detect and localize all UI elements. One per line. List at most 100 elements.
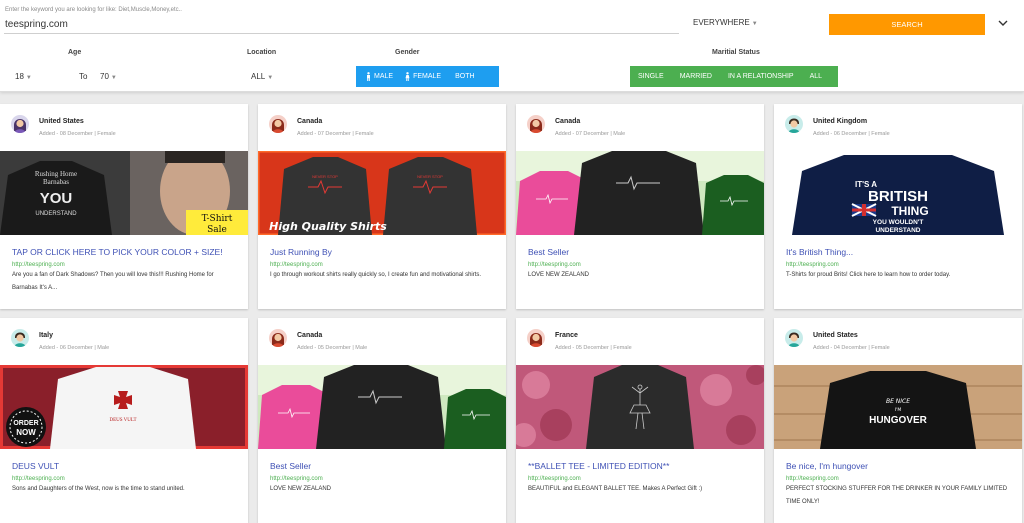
added-meta: Added - 08 December | Female <box>39 131 116 137</box>
ad-title-link[interactable]: Just Running By <box>270 247 498 257</box>
image-text: HUNGOVER <box>869 415 928 426</box>
ad-url[interactable]: http://teespring.com <box>270 476 323 482</box>
ad-url[interactable]: http://teespring.com <box>528 262 581 268</box>
ad-title-link[interactable]: It's British Thing... <box>786 247 1014 257</box>
ad-card[interactable]: Canada Added - 07 December | Male Best S… <box>516 104 764 309</box>
product-image[interactable]: BE NICE I'M HUNGOVER <box>774 365 1022 449</box>
age-to-label: To <box>79 72 88 81</box>
ad-url[interactable]: http://teespring.com <box>12 476 65 482</box>
product-image[interactable]: IT'S A BRITISH THING YOU WOULDN'T UNDERS… <box>774 151 1022 235</box>
image-text: THING <box>891 204 928 218</box>
search-input[interactable] <box>4 16 679 34</box>
country-label: Canada <box>297 118 323 125</box>
age-from-select[interactable]: 18 ▼ <box>15 72 32 81</box>
age-to-value: 70 <box>100 72 109 81</box>
ad-card[interactable]: United States Added - 08 December | Fema… <box>0 104 248 309</box>
added-meta: Added - 06 December | Female <box>813 131 890 137</box>
country-label: United States <box>813 332 858 339</box>
search-scope-value: EVERYWHERE <box>693 18 750 27</box>
image-text: NEVER STOP <box>417 174 443 179</box>
gender-option-female[interactable]: FEMALE <box>399 66 447 87</box>
gender-option-male[interactable]: MALE <box>356 66 399 87</box>
ad-card[interactable]: France Added - 05 December | Female **BA… <box>516 318 764 523</box>
image-text: Rushing Home <box>35 170 77 178</box>
dropdown-caret-icon: ▼ <box>751 21 758 27</box>
ad-title-link[interactable]: Best Seller <box>528 247 756 257</box>
product-image[interactable]: DEUS VULT ORDER NOW <box>0 365 248 449</box>
image-text: T-Shirt <box>202 214 233 224</box>
ad-description: Sons and Daughters of the West, now is t… <box>12 486 185 492</box>
ad-url[interactable]: http://teespring.com <box>270 262 323 268</box>
age-to-select[interactable]: 70 ▼ <box>100 72 117 81</box>
added-meta: Added - 05 December | Male <box>297 345 368 351</box>
product-image[interactable]: NEVER STOP NEVER STOP High Quality Shirt… <box>258 151 506 235</box>
product-image[interactable] <box>516 365 764 449</box>
ad-title-link[interactable]: **BALLET TEE - LIMITED EDITION** <box>528 461 756 471</box>
product-image[interactable] <box>258 365 506 449</box>
avatar <box>527 115 545 133</box>
ad-description: BEAUTIFUL and ELEGANT BALLET TEE. Makes … <box>528 486 703 492</box>
ad-description: PERFECT STOCKING STUFFER FOR THE DRINKER… <box>786 486 1008 505</box>
ad-card[interactable]: Italy Added - 06 December | Male DEUS VU… <box>0 318 248 523</box>
location-select[interactable]: ALL ▼ <box>251 72 273 81</box>
gender-option-both-label: BOTH <box>455 73 475 80</box>
country-label: United Kingdom <box>813 118 868 125</box>
status-option-married[interactable]: MARRIED <box>672 66 720 87</box>
ad-url[interactable]: http://teespring.com <box>12 262 65 268</box>
added-meta: Added - 07 December | Male <box>555 131 626 137</box>
ad-description: T-Shirts for proud Brits! Click here to … <box>786 272 951 278</box>
ad-card[interactable]: United States Added - 04 December | Fema… <box>774 318 1022 523</box>
product-image[interactable]: Rushing Home Barnabas YOU UNDERSTAND T-S… <box>0 151 248 235</box>
added-meta: Added - 06 December | Male <box>39 345 110 351</box>
country-label: Italy <box>39 332 54 339</box>
gender-option-male-label: MALE <box>374 73 394 80</box>
avatar <box>527 329 545 347</box>
ad-description: I go through workout shirts really quick… <box>270 272 482 278</box>
ad-url[interactable]: http://teespring.com <box>528 476 581 482</box>
gender-option-both[interactable]: BOTH <box>447 66 482 87</box>
product-image[interactable] <box>516 151 764 235</box>
ad-title-link[interactable]: Best Seller <box>270 461 498 471</box>
ad-description: LOVE NEW ZEALAND <box>270 486 332 492</box>
status-option-relationship[interactable]: IN A RELATIONSHIP <box>720 66 802 87</box>
ad-url[interactable]: http://teespring.com <box>786 476 839 482</box>
filter-panel: Enter the keyword you are looking for li… <box>0 0 1024 92</box>
image-text: High Quality Shirts <box>269 220 387 233</box>
ad-url[interactable]: http://teespring.com <box>786 262 839 268</box>
added-meta: Added - 07 December | Female <box>297 131 374 137</box>
image-text: YOU WOULDN'T <box>873 219 924 226</box>
marital-status-toggle: SINGLE MARRIED IN A RELATIONSHIP ALL <box>630 66 838 87</box>
avatar <box>269 329 287 347</box>
added-meta: Added - 04 December | Female <box>813 345 890 351</box>
avatar <box>269 115 287 133</box>
gender-option-female-label: FEMALE <box>413 73 442 80</box>
ad-card[interactable]: United Kingdom Added - 06 December | Fem… <box>774 104 1022 309</box>
age-label: Age <box>68 49 82 56</box>
image-text: BRITISH <box>868 188 928 205</box>
search-scope-select[interactable]: EVERYWHERE ▼ <box>693 18 758 27</box>
gender-label: Gender <box>395 49 420 56</box>
search-button[interactable]: SEARCH <box>829 14 985 35</box>
age-from-value: 18 <box>15 72 24 81</box>
ad-description: LOVE NEW ZEALAND <box>528 272 590 278</box>
image-text: BE NICE <box>886 398 910 405</box>
ad-card[interactable]: Canada Added - 05 December | Male Best S… <box>258 318 506 523</box>
ad-title-link[interactable]: DEUS VULT <box>12 461 240 471</box>
avatar <box>11 115 29 133</box>
image-text: I'M <box>895 407 902 413</box>
status-option-single[interactable]: SINGLE <box>630 66 672 87</box>
status-option-all[interactable]: ALL <box>802 66 830 87</box>
female-icon <box>405 72 410 81</box>
ad-title-link[interactable]: Be nice, I'm hungover <box>786 461 1014 471</box>
chevron-down-icon[interactable] <box>996 16 1010 30</box>
country-label: France <box>555 332 578 339</box>
ad-card[interactable]: Canada Added - 07 December | Female NEVE… <box>258 104 506 309</box>
country-label: United States <box>39 118 84 125</box>
dropdown-caret-icon: ▼ <box>267 75 274 81</box>
dropdown-caret-icon: ▼ <box>25 75 32 81</box>
avatar <box>785 115 803 133</box>
image-text: ORDER <box>13 420 38 427</box>
ad-title-link[interactable]: TAP OR CLICK HERE TO PICK YOUR COLOR + S… <box>12 247 240 257</box>
image-text: UNDERSTAND <box>35 211 77 217</box>
ad-description: Are you a fan of Dark Shadows? Then you … <box>12 272 214 291</box>
